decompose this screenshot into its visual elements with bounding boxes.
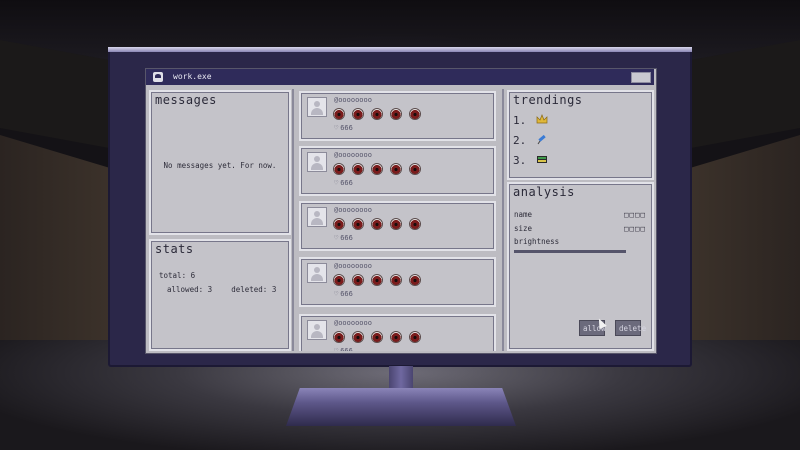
work-window: work.exe messages No messages yet. For n… [145,68,657,354]
heart-icon: ♡ [334,347,339,351]
stats-counts: allowed: 3 deleted: 3 [167,285,276,294]
likes-count: 666 [340,347,353,351]
analysis-panel: analysis name □□□□ size □□□□ brightness … [507,182,654,351]
heart-icon: ♡ [334,179,339,187]
delete-button[interactable]: delete [615,320,646,336]
stats-deleted: deleted: 3 [231,285,277,294]
analysis-size-value: □□□□ [623,224,646,233]
post-likes: ♡ 666 [334,124,353,132]
analysis-name-value: □□□□ [623,210,646,219]
heart-icon: ♡ [334,234,339,242]
monitor-stand-base [286,388,516,426]
likes-count: 666 [340,234,353,242]
eye-icon [390,274,402,286]
feed-post[interactable]: @oooooooo ♡ 666 [299,257,496,307]
avatar [307,97,327,117]
eye-icon [352,163,364,175]
eye-icon [352,274,364,286]
trendings-title: trendings [513,93,583,107]
window-titlebar[interactable]: work.exe [146,69,654,85]
feed-post[interactable]: @oooooooo ♡ 666 [299,146,496,196]
eye-icon [333,218,345,230]
post-handle: @oooooooo [334,96,372,104]
post-likes: ♡ 666 [334,347,353,351]
eye-icon [409,163,421,175]
feed-post[interactable]: @oooooooo ♡ 666 [299,91,496,141]
avatar [307,320,327,340]
messages-title: messages [155,93,217,107]
eye-icon [352,218,364,230]
book-icon [536,156,547,163]
trending-rank: 3. [513,154,527,167]
post-likes: ♡ 666 [334,179,353,187]
app-icon [153,72,163,82]
feed-post[interactable]: @oooooooo ♡ 666 [299,201,496,251]
eye-icon [371,218,383,230]
eye-icon [409,274,421,286]
window-title: work.exe [173,72,212,81]
trending-item[interactable]: 2. [513,134,548,147]
trending-item[interactable]: 3. [513,154,548,167]
feed-post[interactable]: @oooooooo ♡ 666 [299,314,496,351]
stats-allowed: allowed: 3 [167,285,213,294]
trendings-panel: trendings 1. 2. 3. [507,90,654,180]
avatar [307,152,327,172]
feed-divider [292,89,294,351]
eye-icon [371,163,383,175]
syringe-icon [537,134,546,145]
stats-total: total: 6 [159,271,196,280]
analysis-title: analysis [513,185,575,199]
stats-title: stats [155,242,194,256]
eye-icon [333,274,345,286]
eye-icon [371,108,383,120]
post-likes: ♡ 666 [334,290,353,298]
crown-icon [536,114,548,124]
post-feed[interactable]: @oooooooo ♡ 666 @oooooooo ♡ 666 @oooooooo … [296,89,499,351]
post-handle: @oooooooo [334,206,372,214]
eye-icon [371,331,383,343]
eye-icon [409,331,421,343]
post-handle: @oooooooo [334,262,372,270]
messages-empty-text: No messages yet. For now. [163,161,277,170]
feed-divider [502,89,504,351]
stats-panel: stats total: 6 allowed: 3 deleted: 3 [149,239,291,351]
eye-icon [390,163,402,175]
likes-count: 666 [340,179,353,187]
eye-icon [352,331,364,343]
eye-icon [390,218,402,230]
analysis-name-label: name [514,210,533,219]
eye-icon [333,108,345,120]
eye-icon [409,218,421,230]
heart-icon: ♡ [334,290,339,298]
brightness-meter [514,250,626,253]
game-scene: work.exe messages No messages yet. For n… [0,0,800,450]
eye-icon [333,331,345,343]
analysis-size-label: size [514,224,533,233]
post-likes: ♡ 666 [334,234,353,242]
trending-rank: 1. [513,114,527,127]
eye-icon [352,108,364,120]
heart-icon: ♡ [334,124,339,132]
eye-icon [390,331,402,343]
post-handle: @oooooooo [334,319,372,327]
likes-count: 666 [340,124,353,132]
minimize-button[interactable] [631,72,651,83]
messages-panel: messages No messages yet. For now. [149,90,291,235]
eye-icon [333,163,345,175]
eye-icon [371,274,383,286]
eye-icon [390,108,402,120]
post-handle: @oooooooo [334,151,372,159]
trending-rank: 2. [513,134,527,147]
avatar [307,263,327,283]
analysis-brightness-label: brightness [514,237,560,246]
eye-icon [409,108,421,120]
avatar [307,207,327,227]
likes-count: 666 [340,290,353,298]
trending-item[interactable]: 1. [513,114,548,127]
